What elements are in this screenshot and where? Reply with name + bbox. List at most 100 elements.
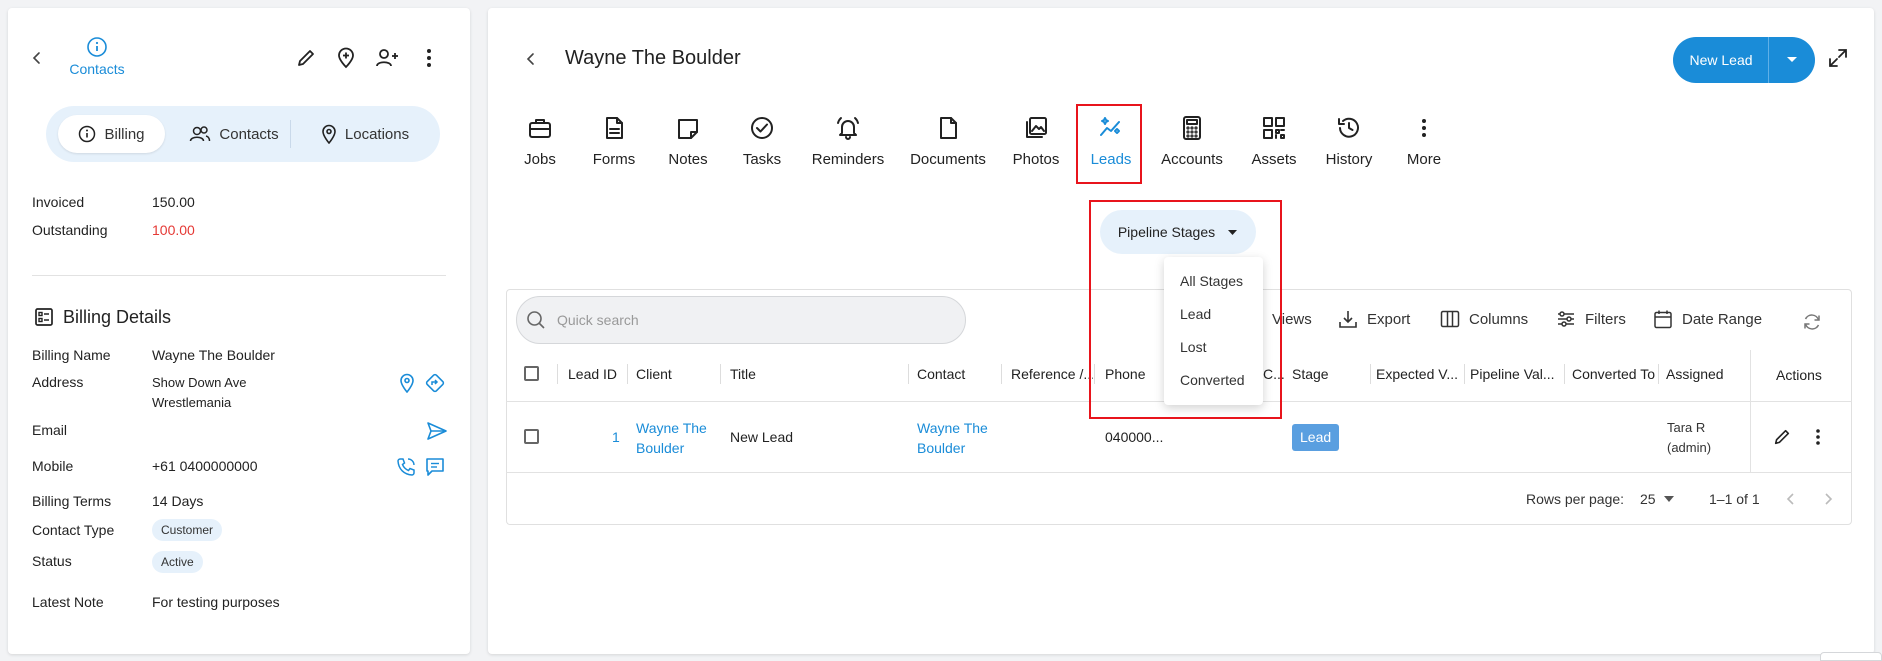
history-icon [1338,117,1359,138]
rows-per-page-select[interactable]: 25 [1640,491,1674,507]
tab-assets[interactable]: Assets [1234,115,1314,168]
section-divider [32,275,446,276]
row-contact-link[interactable]: Wayne The Boulder [917,418,988,458]
contact-type-label: Contact Type [32,522,115,538]
select-all-checkbox[interactable] [524,366,539,381]
col-contact[interactable]: Contact [917,366,997,382]
row-assigned-line1: Tara R [1667,420,1706,435]
outstanding-value: 100.00 [152,222,195,238]
directions-icon[interactable] [424,372,446,394]
export-button[interactable]: Export [1338,309,1410,329]
col-converted-to[interactable]: Converted To [1572,366,1656,382]
pagination-range: 1–1 of 1 [1709,491,1760,507]
tab-notes[interactable]: Notes [648,115,728,168]
tab-tasks-label: Tasks [742,151,782,168]
col-sep [1564,364,1565,384]
col-stage[interactable]: Stage [1292,366,1368,382]
caret-down-icon [1787,57,1797,62]
corner-widget[interactable] [1820,652,1882,661]
billing-details-title: Billing Details [63,307,172,327]
row-checkbox[interactable] [524,429,539,444]
col-sep [627,364,628,384]
info-icon [87,37,107,57]
col-sep [557,364,558,384]
edit-icon[interactable] [296,48,316,68]
segment-locations[interactable]: Locations [300,115,430,153]
segment-billing[interactable]: Billing [58,115,165,153]
calculator-icon [1183,116,1201,140]
row-contact-line2: Boulder [917,440,966,456]
image-icon [1026,117,1047,138]
row-more-icon[interactable] [1815,428,1821,446]
tab-accounts[interactable]: Accounts [1152,115,1232,168]
row-phone: 040000... [1105,429,1164,445]
col-expected-value[interactable]: Expected V... [1376,366,1462,382]
row-edit-icon[interactable] [1773,428,1791,446]
tab-jobs[interactable]: Jobs [500,115,580,168]
tab-notes-label: Notes [668,151,708,168]
billing-name-value: Wayne The Boulder [152,347,275,363]
tab-photos[interactable]: Photos [996,115,1076,168]
row-title: New Lead [730,429,794,445]
row-lead-id[interactable]: 1 [612,429,620,445]
tab-tasks[interactable]: Tasks [722,115,802,168]
sliders-icon [1558,311,1574,327]
send-email-icon[interactable] [426,421,448,441]
latest-note-label: Latest Note [32,594,104,610]
col-reference[interactable]: Reference /... [1011,366,1093,382]
message-icon[interactable] [424,456,446,478]
next-page-icon[interactable] [1823,492,1833,506]
segment-locations-label: Locations [344,125,410,143]
quick-search-field[interactable]: Quick search [516,296,966,344]
prev-page-icon[interactable] [1786,492,1796,506]
location-pin-icon [322,124,336,144]
rows-per-page-value: 25 [1640,491,1656,507]
info-icon [79,125,96,143]
col-pipeline-value[interactable]: Pipeline Val... [1470,366,1558,382]
segment-billing-label: Billing [104,125,145,143]
mobile-label: Mobile [32,458,74,474]
date-range-label: Date Range [1682,310,1763,328]
more-options-icon[interactable] [426,48,432,68]
briefcase-icon [529,119,551,138]
note-icon [678,119,698,139]
expand-icon[interactable] [1828,48,1848,68]
add-location-icon[interactable] [336,47,356,69]
tab-documents[interactable]: Documents [908,115,988,168]
new-lead-dropdown-button[interactable] [1769,37,1815,83]
columns-button[interactable]: Columns [1440,309,1528,329]
search-icon [527,311,545,329]
contacts-info-link[interactable]: Contacts [62,36,132,77]
col-sep [1001,364,1002,384]
tab-more[interactable]: More [1384,115,1464,168]
date-range-button[interactable]: Date Range [1653,309,1762,329]
qr-code-icon [1263,117,1285,139]
row-assigned: Tara R (admin) [1667,418,1711,458]
tab-forms[interactable]: Forms [574,115,654,168]
row-client-link[interactable]: Wayne The Boulder [636,418,707,458]
tab-history[interactable]: History [1309,115,1389,168]
filters-button[interactable]: Filters [1556,309,1626,329]
calendar-icon [1654,310,1672,329]
back-button[interactable] [30,51,44,65]
col-assigned[interactable]: Assigned [1666,366,1746,382]
users-icon [190,126,211,142]
col-client[interactable]: Client [636,366,716,382]
row-stage-badge: Lead [1292,424,1340,451]
col-title[interactable]: Title [730,366,890,382]
new-lead-button[interactable]: New Lead [1673,37,1769,83]
latest-note-value: For testing purposes [152,594,280,610]
segment-contacts[interactable]: Contacts [178,115,290,153]
col-sep [908,364,909,384]
add-user-icon[interactable] [375,48,399,68]
refresh-icon[interactable] [1802,312,1822,332]
col-lead-id[interactable]: Lead ID [568,366,624,382]
download-icon [1339,311,1357,328]
call-icon[interactable] [395,456,417,478]
page-title: Wayne The Boulder [565,47,741,69]
tab-reminders[interactable]: Reminders [808,115,888,168]
billing-terms-label: Billing Terms [32,493,112,509]
main-back-button[interactable] [524,52,538,66]
map-pin-icon[interactable] [399,373,415,393]
mobile-value: +61 0400000000 [152,458,258,474]
